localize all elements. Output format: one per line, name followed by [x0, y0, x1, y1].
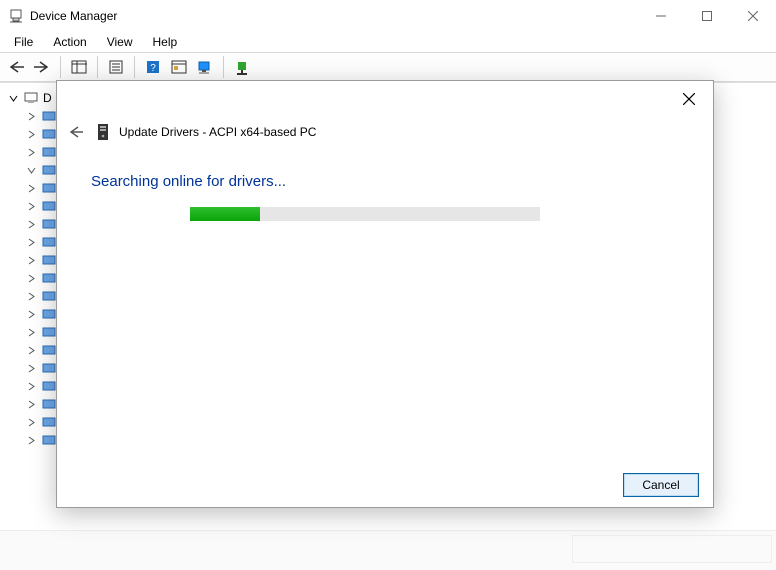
chevron-right-icon[interactable] [26, 237, 37, 248]
dialog-close-button[interactable] [679, 89, 699, 109]
minimize-button[interactable] [638, 0, 684, 32]
progress-bar [190, 207, 540, 221]
status-panel [572, 535, 772, 563]
device-category-icon [41, 234, 57, 250]
menu-bar: File Action View Help [0, 32, 776, 52]
device-category-icon [41, 414, 57, 430]
svg-text:?: ? [150, 63, 156, 74]
back-arrow-icon[interactable] [67, 123, 85, 141]
chevron-right-icon[interactable] [26, 399, 37, 410]
toolbar-separator [97, 56, 98, 78]
toolbar-separator [60, 56, 61, 78]
chevron-right-icon[interactable] [26, 273, 37, 284]
status-bar [0, 530, 776, 570]
close-button[interactable] [730, 0, 776, 32]
computer-icon [23, 90, 39, 106]
window-title: Device Manager [30, 9, 638, 23]
show-hide-tree-button[interactable] [67, 55, 91, 79]
chevron-right-icon[interactable] [26, 435, 37, 446]
menu-file[interactable]: File [4, 33, 43, 51]
toolbar-separator [134, 56, 135, 78]
update-drivers-dialog: Update Drivers - ACPI x64-based PC Searc… [56, 80, 714, 508]
toolbar: ? [0, 52, 776, 82]
device-category-icon [41, 180, 57, 196]
device-category-icon [41, 270, 57, 286]
properties-button[interactable] [104, 55, 128, 79]
app-icon [8, 8, 24, 24]
chevron-right-icon[interactable] [26, 129, 37, 140]
chevron-right-icon[interactable] [26, 381, 37, 392]
device-category-icon [41, 396, 57, 412]
chevron-right-icon[interactable] [26, 147, 37, 158]
chevron-right-icon[interactable] [26, 219, 37, 230]
device-category-icon [41, 306, 57, 322]
menu-view[interactable]: View [97, 33, 143, 51]
menu-action[interactable]: Action [43, 33, 96, 51]
dialog-header: Update Drivers - ACPI x64-based PC [67, 123, 316, 141]
device-category-icon [41, 216, 57, 232]
toolbar-button[interactable] [167, 55, 191, 79]
add-legacy-hardware-button[interactable] [230, 55, 254, 79]
window-controls [638, 0, 776, 32]
chevron-right-icon[interactable] [26, 345, 37, 356]
pc-tower-icon [97, 123, 111, 141]
title-bar: Device Manager [0, 0, 776, 32]
help-button[interactable]: ? [141, 55, 165, 79]
chevron-right-icon[interactable] [26, 291, 37, 302]
chevron-right-icon[interactable] [26, 309, 37, 320]
chevron-down-icon[interactable] [8, 93, 19, 104]
tree-node-label: D [43, 91, 52, 105]
device-category-icon [41, 144, 57, 160]
scan-hardware-button[interactable] [193, 55, 217, 79]
device-category-icon [41, 108, 57, 124]
chevron-right-icon[interactable] [26, 327, 37, 338]
chevron-down-icon[interactable] [26, 165, 37, 176]
nav-back-button[interactable] [4, 55, 28, 79]
chevron-right-icon[interactable] [26, 255, 37, 266]
device-category-icon [41, 432, 57, 448]
device-category-icon [41, 198, 57, 214]
device-category-icon [41, 126, 57, 142]
chevron-right-icon[interactable] [26, 363, 37, 374]
dialog-title: Update Drivers - ACPI x64-based PC [119, 125, 316, 139]
toolbar-separator [223, 56, 224, 78]
menu-help[interactable]: Help [143, 33, 188, 51]
device-category-icon [41, 324, 57, 340]
dialog-button-row: Cancel [623, 473, 699, 497]
nav-forward-button[interactable] [30, 55, 54, 79]
device-category-icon [41, 162, 57, 178]
progress-fill [190, 207, 260, 221]
device-category-icon [41, 252, 57, 268]
device-category-icon [41, 288, 57, 304]
chevron-right-icon[interactable] [26, 201, 37, 212]
device-category-icon [41, 378, 57, 394]
device-category-icon [41, 342, 57, 358]
dialog-heading: Searching online for drivers... [91, 173, 286, 190]
chevron-right-icon[interactable] [26, 183, 37, 194]
cancel-button[interactable]: Cancel [623, 473, 699, 497]
maximize-button[interactable] [684, 0, 730, 32]
device-category-icon [41, 360, 57, 376]
chevron-right-icon[interactable] [26, 417, 37, 428]
chevron-right-icon[interactable] [26, 111, 37, 122]
